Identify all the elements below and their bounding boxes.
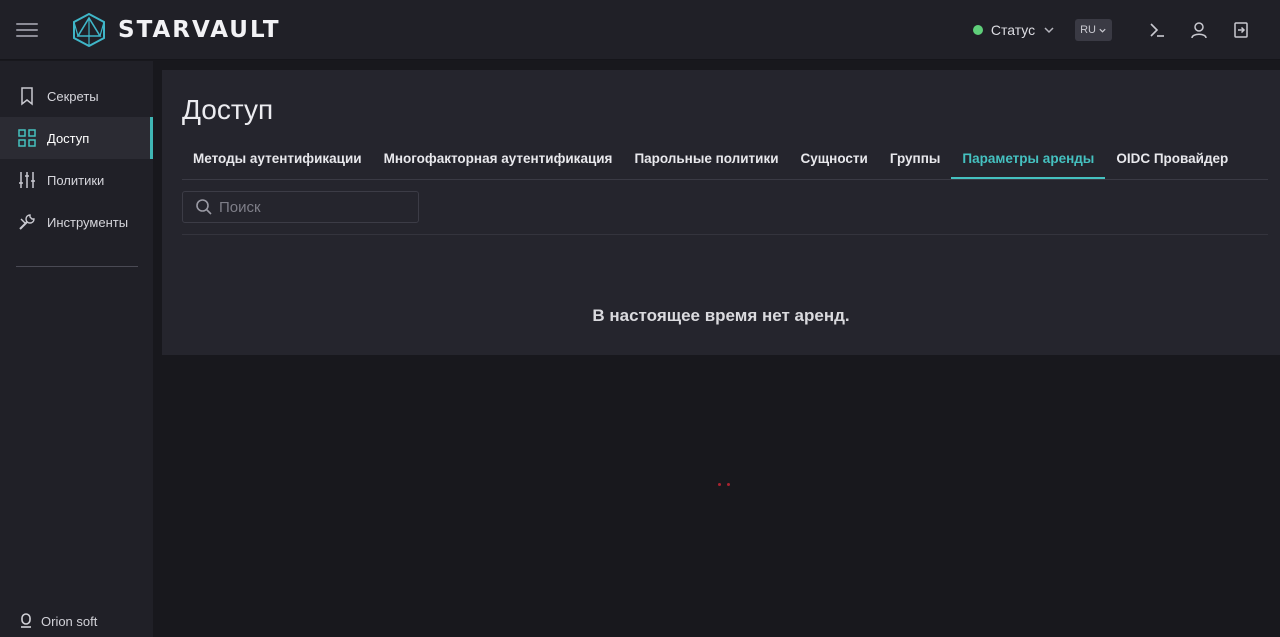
status-indicator [972, 25, 983, 35]
tab-mfa[interactable]: Многофакторная аутентификация [373, 140, 624, 179]
sidebar-item-label: Доступ [47, 130, 90, 146]
header-actions: Статус RU [972, 0, 1254, 60]
sidebar-footer: Orion soft [19, 613, 97, 629]
sidebar-item-secrets[interactable]: Секреты [0, 75, 153, 117]
tab-auth-methods[interactable]: Методы аутентификации [182, 140, 373, 179]
sidebar-item-label: Политики [47, 172, 105, 188]
language-label: RU [1080, 24, 1096, 36]
brand-logo[interactable]: STARVAULT [72, 12, 281, 48]
wrench-icon [17, 212, 37, 232]
sidebar-item-tools[interactable]: Инструменты [0, 201, 153, 243]
search-divider [182, 234, 1268, 235]
chevron-down-icon [1099, 28, 1106, 33]
user-icon [1191, 22, 1207, 39]
sidebar-divider [16, 266, 138, 267]
loading-indicator [718, 483, 730, 486]
user-button[interactable] [1186, 17, 1212, 43]
top-bar: STARVAULT Статус RU [0, 0, 1280, 60]
sliders-icon [17, 170, 37, 190]
status-label: Статус [990, 22, 1036, 38]
search-icon [196, 199, 212, 215]
logout-icon [1234, 22, 1248, 38]
grid-icon [17, 128, 37, 148]
logout-button[interactable] [1228, 17, 1254, 43]
terminal-button[interactable] [1144, 17, 1170, 43]
sidebar-item-label: Инструменты [47, 214, 129, 230]
sidebar-item-policies[interactable]: Политики [0, 159, 153, 201]
sidebar-item-label: Секреты [47, 88, 99, 104]
tab-bar: Методы аутентификации Многофакторная аут… [182, 140, 1268, 180]
empty-state-message: В настоящее время нет аренд. [592, 306, 850, 325]
tab-groups[interactable]: Группы [879, 140, 952, 179]
tab-leases[interactable]: Параметры аренды [951, 140, 1106, 179]
chevron-down-icon [1044, 27, 1054, 34]
tab-entities[interactable]: Сущности [790, 140, 879, 179]
tab-oidc-provider[interactable]: OIDC Провайдер [1105, 140, 1239, 179]
terminal-icon [1150, 23, 1164, 37]
logo-icon [73, 12, 105, 48]
footer-brand: Orion soft [41, 613, 98, 629]
search-box[interactable] [182, 191, 419, 223]
search-input[interactable] [219, 198, 409, 216]
main-panel: Доступ Методы аутентификации Многофактор… [162, 70, 1280, 355]
sidebar: Секреты Доступ Политики Инструменты Orio… [0, 61, 153, 637]
brand-name: STARVAULT [118, 17, 281, 43]
tab-password-policies[interactable]: Парольные политики [623, 140, 789, 179]
sidebar-item-access[interactable]: Доступ [0, 117, 153, 159]
bookmark-icon [17, 86, 37, 106]
language-selector[interactable]: RU [1075, 19, 1112, 41]
status-dropdown[interactable]: Статус [972, 22, 1055, 38]
menu-icon[interactable] [16, 19, 38, 41]
page-title: Доступ [182, 94, 274, 125]
orion-logo-icon [21, 613, 31, 628]
